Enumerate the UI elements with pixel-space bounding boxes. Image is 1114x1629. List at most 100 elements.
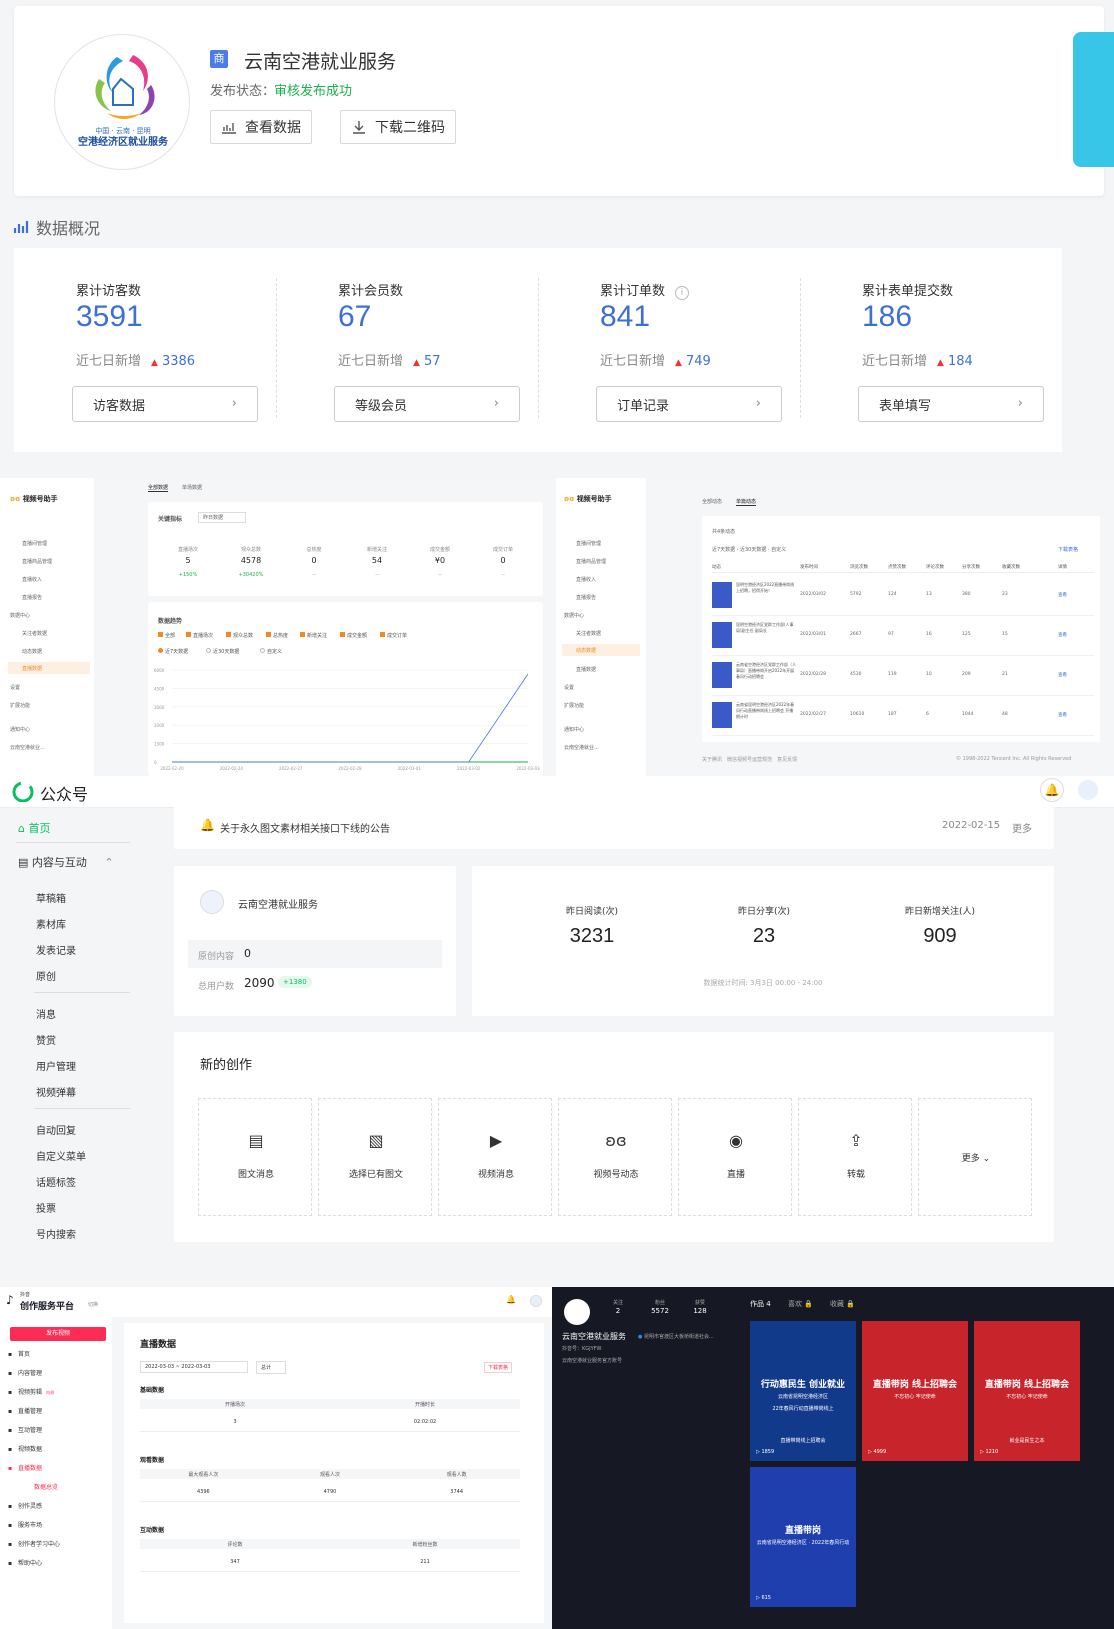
wx-notice-bar[interactable]: 🔔 关于永久图文素材相关接口下线的公告 2022-02-15 更多: [174, 805, 1054, 849]
menu-item[interactable]: 动态数据: [22, 648, 42, 655]
menu-item[interactable]: 直播收入: [22, 576, 42, 583]
menu-item[interactable]: 直播收入: [576, 576, 596, 583]
wx-item-users[interactable]: 用户管理: [36, 1058, 76, 1073]
dy-menu-item[interactable]: ▪ 直播数据: [8, 1463, 42, 1472]
trend-range-radio[interactable]: 近30天数据: [206, 648, 239, 655]
wx-item-danmaku[interactable]: 视频弹幕: [36, 1084, 76, 1099]
wx-item-vote[interactable]: 投票: [36, 1200, 56, 1215]
wx-item-autoreply[interactable]: 自动回复: [36, 1122, 76, 1137]
menu-item[interactable]: 直播间管理: [576, 540, 601, 547]
wx-item-history[interactable]: 发表记录: [36, 942, 76, 957]
post-view-link[interactable]: 查看: [1058, 632, 1067, 638]
menu-item-active[interactable]: 直播数据: [8, 662, 90, 674]
dy-menu-item[interactable]: ▪ 首页: [8, 1349, 30, 1358]
menu-item[interactable]: 直播报告: [576, 594, 596, 601]
tab-all-data[interactable]: 全部数据: [148, 484, 169, 492]
wx-item-search[interactable]: 号内搜索: [36, 1226, 76, 1241]
tab-works[interactable]: 作品 4: [750, 1299, 771, 1309]
dy-menu-item[interactable]: ▪ 创作灵感: [8, 1501, 42, 1510]
info-icon[interactable]: i: [675, 286, 690, 300]
dy-menu-item[interactable]: ▪ 内容管理: [8, 1368, 42, 1377]
menu-item[interactable]: 直播报告: [22, 594, 42, 601]
view-data-button[interactable]: 查看数据: [210, 110, 312, 144]
menu-group[interactable]: 设置: [10, 684, 20, 691]
menu-group[interactable]: 数据中心: [10, 612, 30, 619]
trend-filter-checkbox[interactable]: 总热度: [266, 632, 288, 639]
wx-item-drafts[interactable]: 草稿箱: [36, 890, 66, 905]
menu-item[interactable]: 关注者数据: [576, 630, 601, 637]
wx-item-messages[interactable]: 消息: [36, 1006, 56, 1021]
create-option[interactable]: ▤ 图文消息: [198, 1098, 312, 1216]
dy-menu-item[interactable]: ▪ 服务市场: [8, 1520, 42, 1529]
dy-menu-item[interactable]: ▪ 互动管理: [8, 1425, 42, 1434]
video-thumbnail[interactable]: 直播带岗 线上招聘会 不忘初心 牢记使命 就业是民生之本 ▷ 1210: [974, 1321, 1080, 1461]
range-option[interactable]: 近30天数据: [740, 547, 766, 553]
wx-item-original[interactable]: 原创: [36, 968, 56, 983]
dy-menu-item[interactable]: ▪ 帮助中心: [8, 1558, 42, 1567]
key-metrics-select[interactable]: 昨日数据: [198, 512, 246, 523]
menu-group[interactable]: 数据中心: [564, 612, 584, 619]
wx-group-content[interactable]: ▤ 内容与互动 ⌃: [18, 854, 114, 870]
dy-menu-item[interactable]: 数据总览: [34, 1482, 58, 1491]
trend-filter-checkbox[interactable]: 全部: [158, 632, 175, 639]
order-records-button[interactable]: 订单记录 ›: [596, 386, 782, 422]
avatar[interactable]: [530, 1295, 542, 1307]
tab-likes[interactable]: 喜欢 🔒: [788, 1299, 813, 1309]
post-view-link[interactable]: 查看: [1058, 712, 1067, 718]
menu-item[interactable]: 直播数据: [576, 666, 596, 673]
menu-group[interactable]: 设置: [564, 684, 574, 691]
dy-switch[interactable]: 切换: [88, 1301, 98, 1308]
trend-filter-checkbox[interactable]: 新增关注: [300, 632, 327, 639]
tab-single-data[interactable]: 单场数据: [182, 484, 202, 491]
wx-item-reward[interactable]: 赞赏: [36, 1032, 56, 1047]
notice-text[interactable]: 关于永久图文素材相关接口下线的公告: [220, 820, 390, 835]
download-qr-button[interactable]: 下载二维码: [340, 110, 456, 144]
trend-filter-checkbox[interactable]: 观众总数: [226, 632, 253, 639]
create-option[interactable]: ⇪ 转载: [798, 1098, 912, 1216]
tab-single-post-2[interactable]: 单篇动态: [736, 498, 757, 506]
range-option[interactable]: 近7天数据: [712, 547, 735, 553]
trend-filter-checkbox[interactable]: 直播场次: [186, 632, 213, 639]
footer-link[interactable]: 意见反馈: [777, 757, 797, 763]
dy-menu-item[interactable]: ▪ 视频剪辑 内测: [8, 1387, 54, 1396]
tab-favorites[interactable]: 收藏 🔒: [830, 1299, 855, 1309]
footer-link[interactable]: 关于腾讯: [702, 757, 722, 763]
dy-menu-item[interactable]: ▪ 直播管理: [8, 1406, 42, 1415]
menu-item[interactable]: 直播间管理: [22, 540, 47, 547]
post-view-link[interactable]: 查看: [1058, 592, 1067, 598]
trend-filter-checkbox[interactable]: 成交订单: [380, 632, 407, 639]
menu-account[interactable]: 云南空港就业...: [564, 744, 599, 751]
publish-video-button[interactable]: 发布视频: [10, 1327, 106, 1341]
dy-menu-item[interactable]: ▪ 视频数据: [8, 1444, 42, 1453]
visitor-data-button[interactable]: 访客数据 ›: [72, 386, 258, 422]
trend-range-radio[interactable]: 自定义: [260, 648, 282, 655]
notice-more-link[interactable]: 更多: [1012, 820, 1032, 835]
posts-download-link[interactable]: 下载表格: [1058, 546, 1078, 553]
menu-account[interactable]: 云南空港就业...: [10, 744, 45, 751]
video-thumbnail[interactable]: 直播带岗 线上招聘会 不忘初心 牢记使命 ▷ 4999: [862, 1321, 968, 1461]
create-option[interactable]: ◉ 直播: [678, 1098, 792, 1216]
form-fill-button[interactable]: 表单填写 ›: [858, 386, 1044, 422]
date-range-picker[interactable]: 2022-03-03 ~ 2022-03-03: [140, 1361, 248, 1373]
post-view-link[interactable]: 查看: [1058, 672, 1067, 678]
menu-item-active[interactable]: 动态数据: [562, 644, 640, 656]
avatar[interactable]: [1078, 780, 1098, 800]
menu-group[interactable]: 通知中心: [564, 726, 584, 733]
member-level-button[interactable]: 等级会员 ›: [334, 386, 520, 422]
menu-item[interactable]: 直播商品管理: [576, 558, 606, 565]
wx-home[interactable]: ⌂ 首页: [18, 820, 50, 836]
wx-item-menu[interactable]: 自定义菜单: [36, 1148, 86, 1163]
footer-link[interactable]: 微信视频号运营规范: [727, 757, 772, 763]
create-option[interactable]: ʚɞ 视频号动态: [558, 1098, 672, 1216]
menu-item[interactable]: 关注者数据: [22, 630, 47, 637]
create-more[interactable]: 更多 ⌄: [918, 1098, 1032, 1216]
dy-menu-item[interactable]: ▪ 创作者学习中心: [8, 1539, 60, 1548]
menu-group[interactable]: 通知中心: [10, 726, 30, 733]
video-thumbnail[interactable]: 直播带岗 云南省昆明空港经济区 · 2022年春风行动 ▷ 615: [750, 1467, 856, 1607]
create-option[interactable]: ▶ 视频消息: [438, 1098, 552, 1216]
video-thumbnail[interactable]: 行动惠民生 创业就业 云南省昆明空港经济区 22年春风行动直播带岗线上 直播带岗线上招…: [750, 1321, 856, 1461]
create-option[interactable]: ▧ 选择已有图文: [318, 1098, 432, 1216]
tab-all-posts-2[interactable]: 全部动态: [702, 498, 722, 505]
bell-icon[interactable]: 🔔: [506, 1295, 516, 1304]
trend-filter-checkbox[interactable]: 成交金额: [340, 632, 367, 639]
